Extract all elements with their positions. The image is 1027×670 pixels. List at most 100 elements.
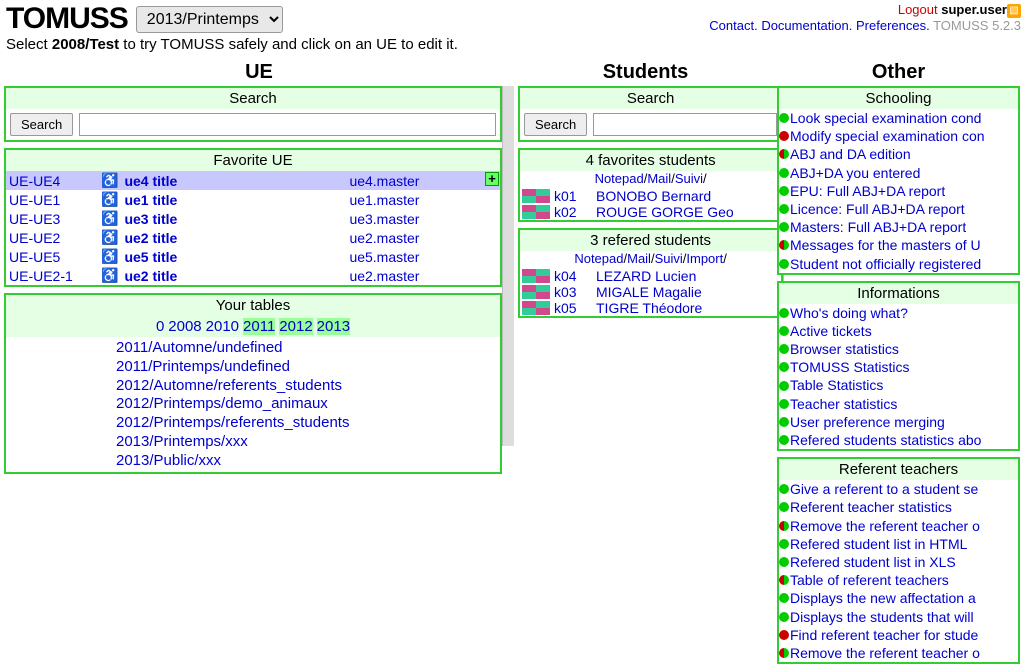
ue-search-input[interactable] [79,113,496,136]
table-link[interactable]: 2012/Automne/referents_students [116,377,500,396]
ue-fav-row[interactable]: UE-UE2♿ue2 titleue2.master [6,228,500,247]
ue-fav-row[interactable]: UE-UE1♿ue1 titleue1.master [6,190,500,209]
student-sublink[interactable]: Import [686,251,723,266]
other-link-item[interactable]: Remove the referent teacher o [779,644,1018,662]
header-link[interactable]: Preferences. [856,18,930,33]
table-link[interactable]: 2013/Public/xxx [116,452,500,471]
header-link[interactable]: Contact. [709,18,757,33]
status-dot-icon [779,648,789,658]
student-sublink[interactable]: Mail [627,251,651,266]
status-dot-icon [779,575,789,585]
status-dot-icon [779,612,789,622]
other-link-item[interactable]: Who's doing what? [779,304,1018,322]
status-dot-icon [779,222,789,232]
other-link-item[interactable]: Student not officially registered [779,255,1018,273]
other-section: Referent teachersGive a referent to a st… [777,457,1020,664]
status-dot-icon [779,308,789,318]
status-dot-icon [779,381,789,391]
table-link[interactable]: 2012/Printemps/referents_students [116,414,500,433]
other-link-item[interactable]: User preference merging [779,413,1018,431]
ue-fav-row[interactable]: UE-UE4♿ue4 titleue4.master [6,171,500,190]
ue-col-title: UE [4,61,514,84]
other-link-item[interactable]: Active tickets [779,322,1018,340]
student-sublink[interactable]: Notepad [574,251,623,266]
table-link[interactable]: 2011/Printemps/undefined [116,358,500,377]
table-link[interactable]: 2011/Automne/undefined [116,339,500,358]
other-section: InformationsWho's doing what?Active tick… [777,281,1020,452]
other-link-item[interactable]: Licence: Full ABJ+DA report [779,200,1018,218]
status-dot-icon [779,484,789,494]
students-search-input[interactable] [593,113,777,136]
other-link-item[interactable]: Browser statistics [779,340,1018,358]
year-link[interactable]: 2013 [317,318,350,335]
other-link-item[interactable]: ABJ and DA edition [779,145,1018,163]
other-link-item[interactable]: Refered student list in HTML [779,535,1018,553]
year-link[interactable]: 0 [156,318,164,335]
table-link[interactable]: 2013/Printemps/xxx [116,433,500,452]
student-sublink[interactable]: Notepad [595,171,644,186]
status-dot-icon [779,168,789,178]
students-col-title: Students [518,61,773,84]
other-link-item[interactable]: Remove the referent teacher o [779,517,1018,535]
other-link-item[interactable]: Teacher statistics [779,395,1018,413]
other-link-item[interactable]: Refered student list in XLS [779,553,1018,571]
other-link-item[interactable]: Referent teacher statistics [779,498,1018,516]
year-link[interactable]: 2011 [243,318,275,335]
other-link-item[interactable]: Table Statistics [779,376,1018,394]
other-link-item[interactable]: ABJ+DA you entered [779,164,1018,182]
logout-link[interactable]: Logout [898,2,938,17]
other-link-item[interactable]: Look special examination cond [779,109,1018,127]
status-dot-icon [779,326,789,336]
ue-search-panel: Search Search [4,86,502,142]
other-link-item[interactable]: TOMUSS Statistics [779,358,1018,376]
other-link-item[interactable]: Messages for the masters of U [779,236,1018,254]
year-link[interactable]: 2010 [206,318,239,335]
tables-list: 2011/Automne/undefined2011/Printemps/und… [6,337,500,472]
ue-fav-row[interactable]: UE-UE2-1♿ue2 titleue2.master [6,266,500,285]
student-sublink[interactable]: Mail [647,171,671,186]
year-link[interactable]: 2008 [168,318,201,335]
student-row[interactable]: k01BONOBO Bernard [520,188,781,204]
student-sublink[interactable]: Suivi [675,171,703,186]
status-dot-icon [779,399,789,409]
other-link-item[interactable]: Displays the new affectation a [779,589,1018,607]
student-row[interactable]: k04LEZARD Lucien [520,268,781,284]
other-link-item[interactable]: Find referent teacher for stude [779,626,1018,644]
years-row: 02008 201020112012 2013 [6,316,500,337]
other-link-item[interactable]: Give a referent to a student se [779,480,1018,498]
year-link[interactable]: 2012 [279,318,312,335]
status-dot-icon [779,539,789,549]
plus-icon[interactable]: + [485,172,499,186]
students-search-button[interactable]: Search [524,113,587,136]
semester-select[interactable]: 2013/Printemps [136,6,283,33]
table-link[interactable]: 2012/Printemps/demo_animaux [116,395,500,414]
student-row[interactable]: k05TIGRE Théodore [520,300,781,316]
ue-scrollbar[interactable] [502,86,514,446]
status-dot-icon [779,630,789,640]
student-row[interactable]: k03MIGALE Magalie [520,284,781,300]
other-link-item[interactable]: EPU: Full ABJ+DA report [779,182,1018,200]
other-link-item[interactable]: Refered students statistics abo [779,431,1018,449]
wheelchair-icon: ♿ [98,266,121,285]
status-dot-icon [779,113,789,123]
other-link-item[interactable]: Masters: Full ABJ+DA report [779,218,1018,236]
header-link[interactable]: Documentation. [761,18,852,33]
other-link-item[interactable]: Table of referent teachers [779,571,1018,589]
student-icon [522,285,550,299]
other-link-item[interactable]: Displays the students that will [779,608,1018,626]
other-col-title: Other [777,61,1020,84]
wheelchair-icon: ♿ [98,247,121,266]
ue-fav-row[interactable]: UE-UE5♿ue5 titleue5.master [6,247,500,266]
status-dot-icon [779,131,789,141]
student-row[interactable]: k02ROUGE GORGE Geo [520,204,781,220]
fav-students-panel: 4 favorites studentsNotepad/Mail/Suivi/k… [518,148,783,222]
student-icon [522,301,550,315]
rss-icon[interactable]: ▧ [1007,4,1021,18]
ue-fav-row[interactable]: UE-UE3♿ue3 titleue3.master [6,209,500,228]
other-link-item[interactable]: Modify special examination con [779,127,1018,145]
student-icon [522,269,550,283]
student-sublink[interactable]: Suivi [655,251,683,266]
ue-search-button[interactable]: Search [10,113,73,136]
status-dot-icon [779,344,789,354]
your-tables-panel: Your tables 020082010201120122013 2011/A… [4,293,502,474]
